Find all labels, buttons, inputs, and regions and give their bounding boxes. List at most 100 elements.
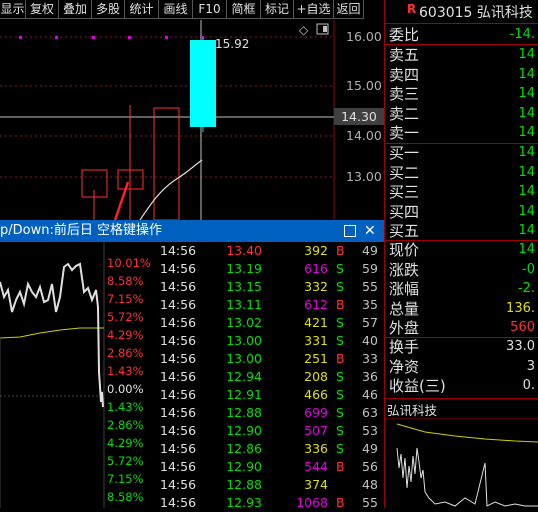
stats-label: 涨跌: [389, 260, 420, 279]
sells-row: 卖三 14: [387, 85, 537, 103]
tick-volume: 392: [304, 243, 328, 258]
current-price-tag: 14.30: [334, 108, 384, 125]
percent-label-up: 5.72%: [107, 310, 144, 324]
tick-volume: 331: [304, 333, 328, 348]
tick-price: 13.19: [226, 261, 262, 276]
overlay-button[interactable]: 叠加: [59, 0, 92, 19]
price-axis-label: 14.00: [346, 128, 382, 143]
kline-chart[interactable]: ◇: [0, 20, 384, 220]
f10-button[interactable]: F10: [193, 0, 227, 19]
tick-count: 59: [362, 261, 378, 276]
sells-value: 14: [518, 125, 535, 140]
fuquan-button[interactable]: 复权: [26, 0, 59, 19]
tick-count: 53: [362, 423, 378, 438]
buys-row: 买四 14: [387, 203, 537, 221]
tick-time: 14:56: [160, 405, 197, 420]
tick-time: 14:56: [160, 369, 197, 384]
stats2-label: 收益(三): [389, 377, 446, 395]
back-button[interactable]: 返回: [334, 0, 364, 19]
percent-label-up: 4.29%: [107, 328, 144, 342]
quote-panel: R 603015 弘讯科技 委比 -14. 卖五 14 卖四 14 卖三 14 卖二 14 卖一…: [384, 0, 538, 508]
tick-direction: S: [336, 261, 344, 276]
statistics-button[interactable]: 统计: [125, 0, 159, 19]
stats2-row: 收益(三) 0.: [387, 377, 537, 395]
tick-count: 49: [362, 441, 378, 456]
tick-volume: 699: [304, 405, 328, 420]
sells-value: 14: [518, 105, 535, 121]
percent-label-down: 2.86%: [107, 418, 144, 432]
price-axis-label: 16.00: [346, 29, 382, 44]
tick-volume: 616: [304, 261, 328, 276]
tick-direction: S: [336, 369, 344, 384]
tick-volume: 208: [304, 369, 328, 384]
diamond-icon[interactable]: ◇: [299, 23, 309, 37]
stats-row: 外盘 560: [387, 319, 537, 337]
buys-label: 买五: [389, 222, 420, 240]
close-icon[interactable]: ✕: [364, 220, 376, 242]
stats-value: 14: [518, 242, 535, 257]
tick-time: 14:56: [160, 459, 197, 474]
toolbar: 显示 复权 叠加 多股 统计 画线 F10 简框 标记 +自选 返回: [0, 0, 384, 20]
show-button[interactable]: 显示: [0, 0, 26, 19]
percent-label-up: 7.15%: [107, 292, 144, 306]
tick-volume: 612: [304, 297, 328, 312]
sells-value: 14: [518, 66, 535, 82]
percent-label-down: 1.43%: [107, 400, 144, 414]
stats-row: 涨跌 -0: [387, 261, 537, 279]
mark-button[interactable]: 标记: [261, 0, 294, 19]
sells-label: 卖四: [389, 65, 420, 84]
stats-row: 现价 14: [387, 241, 537, 259]
sells-value: 14: [518, 86, 535, 101]
stats2-value: 0.: [522, 378, 535, 393]
tick-direction: S: [336, 423, 344, 438]
stock-header: R 603015 弘讯科技: [385, 0, 538, 22]
maximize-icon[interactable]: [344, 225, 356, 237]
tick-volume: 466: [304, 387, 328, 402]
sells-value: 14: [518, 47, 535, 62]
buys-value: 14: [518, 203, 535, 219]
buys-row: 买三 14: [387, 183, 537, 201]
popup-titlebar[interactable]: p/Down:前后日 空格键操作 ✕: [0, 220, 384, 242]
add-favorite-button[interactable]: +自选: [294, 0, 334, 19]
stats-value: 560: [510, 320, 535, 335]
tick-price: 12.86: [226, 441, 262, 456]
tick-count: 57: [362, 315, 378, 330]
tick-count: 56: [362, 459, 378, 474]
tick-count: 63: [362, 405, 378, 420]
tick-price: 13.40: [226, 243, 262, 258]
tick-direction: B: [336, 351, 345, 366]
tick-volume: 374: [304, 477, 328, 492]
tick-direction: S: [336, 279, 344, 294]
tick-count: 33: [362, 351, 378, 366]
tick-price: 12.93: [226, 495, 262, 510]
price-axis-label: 13.00: [346, 169, 382, 184]
simple-frame-button[interactable]: 简框: [227, 0, 261, 19]
tick-direction: B: [336, 459, 345, 474]
tick-price: 13.00: [226, 333, 262, 348]
sells-label: 卖五: [389, 46, 420, 64]
stats2-label: 净资: [389, 357, 420, 376]
tick-volume: 421: [304, 315, 328, 330]
buys-value: 14: [518, 184, 535, 199]
tick-count: 35: [362, 297, 378, 312]
percent-label-up: 1.43%: [107, 364, 144, 378]
buys-label: 买二: [389, 163, 420, 182]
tick-direction: B: [336, 297, 345, 312]
buys-value: 14: [518, 223, 535, 238]
percent-label-down: 4.29%: [107, 436, 144, 450]
buys-label: 买四: [389, 202, 420, 221]
tick-price: 12.90: [226, 423, 262, 438]
buys-value: 14: [518, 145, 535, 160]
percent-label-zero: 0.00%: [107, 382, 144, 396]
buys-row: 买一 14: [387, 144, 537, 162]
tick-direction: S: [336, 387, 344, 402]
tick-volume: 332: [304, 279, 328, 294]
multi-stock-button[interactable]: 多股: [92, 0, 125, 19]
tick-price: 12.94: [226, 369, 262, 384]
tick-volume: 251: [304, 351, 328, 366]
stats-label: 总量: [389, 299, 420, 318]
tick-count: 36: [362, 369, 378, 384]
price-axis-label: 15.00: [346, 78, 382, 93]
stock-code-name: 603015 弘讯科技: [419, 5, 533, 21]
draw-line-button[interactable]: 画线: [159, 0, 193, 19]
